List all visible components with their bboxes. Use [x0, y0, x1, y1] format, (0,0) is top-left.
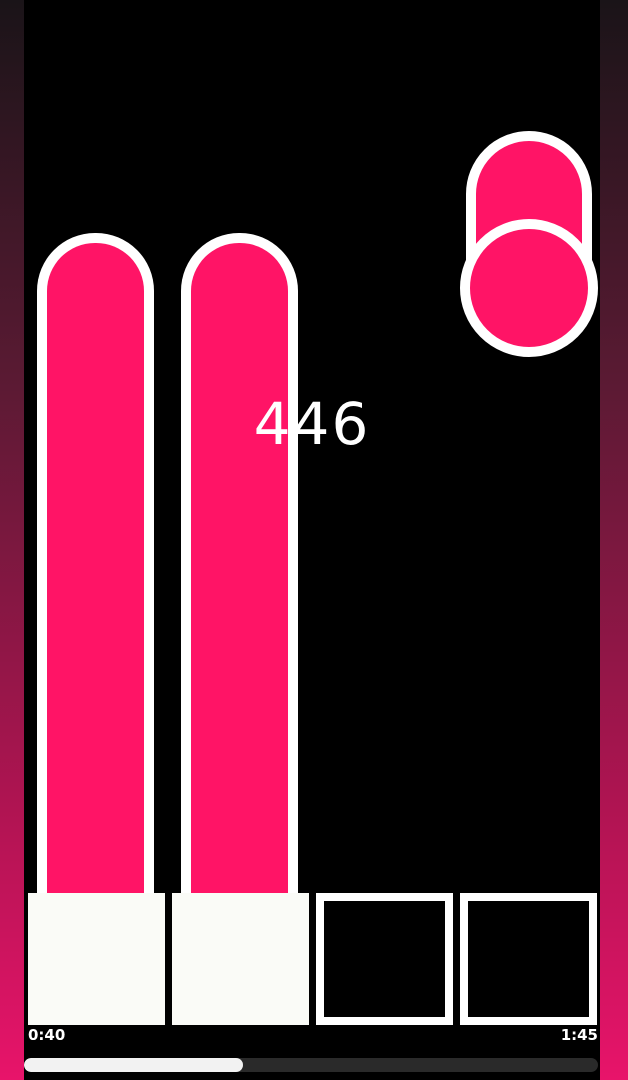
hold-note-lane-2	[181, 233, 298, 895]
incoming-note-lane-4	[460, 131, 598, 357]
game-stage: 446 0:40 1:45	[24, 0, 600, 1080]
lane-key-1[interactable]	[28, 893, 165, 1025]
lane-key-3[interactable]	[316, 893, 453, 1025]
song-progress-bar[interactable]	[24, 1058, 598, 1072]
song-progress-fill	[24, 1058, 243, 1072]
lane-key-4[interactable]	[460, 893, 597, 1025]
elapsed-time: 0:40	[28, 1026, 66, 1044]
lane-key-2[interactable]	[172, 893, 309, 1025]
total-time: 1:45	[560, 1026, 598, 1044]
score-counter: 446	[253, 390, 371, 458]
left-border	[0, 0, 24, 1080]
right-border	[600, 0, 628, 1080]
hold-note-lane-1	[37, 233, 154, 895]
